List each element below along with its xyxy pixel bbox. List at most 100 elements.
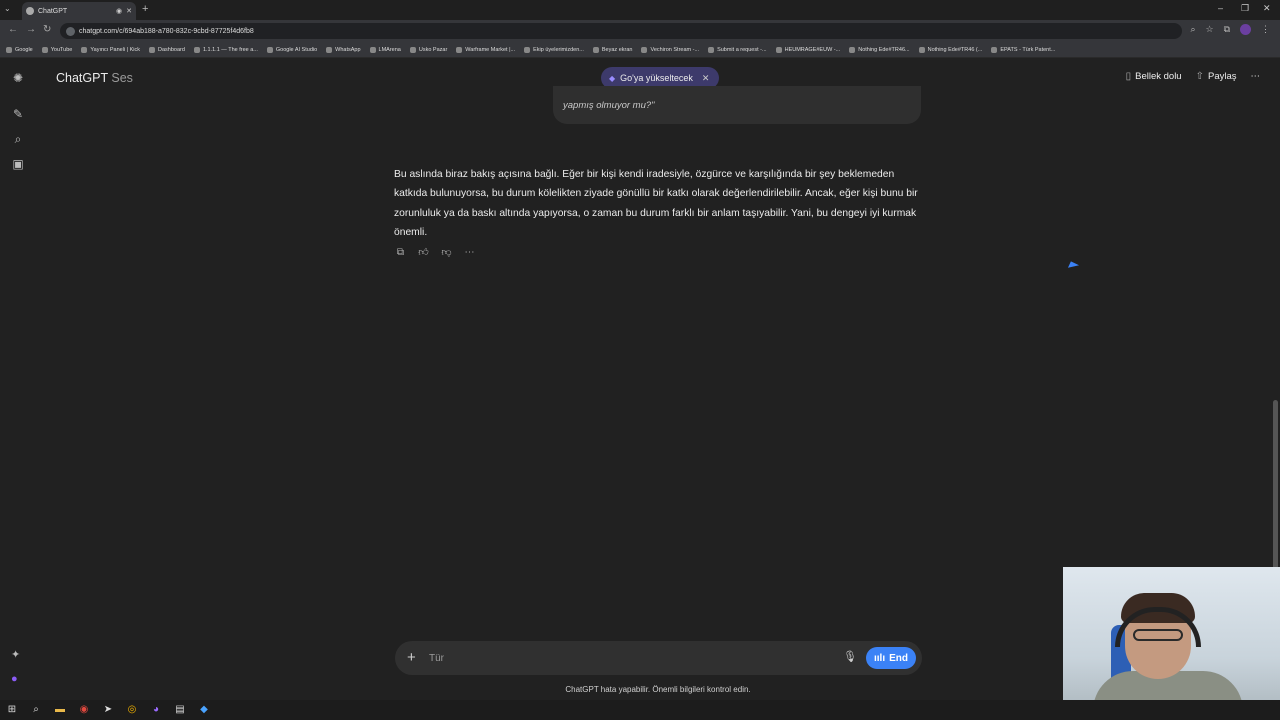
address-toolbar: ← → ↻ chatgpt.com/c/694ab188-a780-832c-9… [0,20,1280,42]
chrome-icon[interactable]: ◎ [126,704,138,716]
profile-avatar[interactable] [1240,24,1251,35]
taskbar: ⊞ ⌕ ▬ ◉ ➤ ◎ ◕ ▤ ◆ [0,700,1280,720]
close-tab-icon[interactable]: ✕ [126,7,132,15]
app-icon-purple[interactable]: ◕ [150,704,162,716]
bookmark-item[interactable]: Ekip üyelerimizden... [524,46,584,53]
bookmark-favicon-icon [641,46,648,53]
bookmark-item[interactable]: Warframe Market |... [456,46,515,53]
sparkle-upgrade-icon[interactable]: ✦ [11,648,20,661]
app-icon-blue[interactable]: ◆ [198,704,210,716]
bookmark-favicon-icon [991,46,998,53]
bookmark-label: LMArena [378,46,401,53]
forward-icon[interactable]: → [26,24,36,35]
add-attachment-icon[interactable]: + [407,649,416,666]
bookmark-item[interactable]: Google AI Studio [266,46,318,53]
dismiss-upgrade-icon[interactable]: ✕ [702,73,710,84]
app-title[interactable]: ChatGPT Ses [56,71,133,85]
mouse-cursor-icon [1067,261,1080,272]
bookmark-favicon-icon [326,46,333,53]
webcam-glasses [1133,629,1183,641]
bookmark-item[interactable]: Nothing Ede#TR46... [849,46,910,53]
bookmark-label: Beyaz ekran [601,46,633,53]
end-label: End [889,652,909,664]
bookmark-favicon-icon [592,46,599,53]
bookmark-item[interactable]: EPATS - Türk Patent... [991,46,1055,53]
message-input[interactable] [429,650,809,666]
end-voice-button[interactable]: ıılı End [866,647,917,669]
site-info-icon[interactable] [66,26,75,36]
bookmark-favicon-icon [456,46,463,53]
bookmark-item[interactable]: LMArena [369,46,401,53]
browser-tabstrip: ⌄ ChatGPT ◉ ✕ + – ❐ ✕ [0,0,1280,20]
bookmark-star-icon[interactable]: ☆ [1205,24,1213,35]
back-icon[interactable]: ← [8,24,18,35]
bookmark-favicon-icon [266,46,273,53]
browser-tab-chatgpt[interactable]: ChatGPT ◉ ✕ [22,2,136,20]
microphone-icon[interactable]: 🎙︎ [843,650,857,663]
bookmark-favicon-icon [849,46,856,53]
bookmark-item[interactable]: Nothing Ede#TR46 (... [918,46,982,53]
file-explorer-icon[interactable]: ▬ [54,704,66,716]
bookmark-label: Dashboard [158,46,185,53]
browser-menu-icon[interactable]: ⋮ [1261,24,1270,35]
copy-icon[interactable]: ⧉ [394,246,407,259]
chatgpt-favicon-icon [26,7,34,15]
reload-icon[interactable]: ↻ [43,24,51,35]
bookmark-item[interactable]: HEUMRAGE#EUW -... [775,46,840,53]
zoom-icon[interactable]: ⌕ [1190,24,1195,35]
bookmark-item[interactable]: Usko Pazar [409,46,447,53]
share-button[interactable]: ⇧ Paylaş [1196,71,1237,82]
bookmark-item[interactable]: YouTube [41,46,72,53]
bookmark-item[interactable]: Google [6,46,33,53]
user-avatar[interactable]: ● [11,673,20,685]
share-label: Paylaş [1207,71,1237,82]
audio-icon[interactable]: ◉ [116,7,122,15]
bookmark-item[interactable]: Beyaz ekran [592,46,633,53]
more-icon[interactable]: ⋯ [463,246,476,259]
memory-full-button[interactable]: ▯ Bellek dolu [1126,71,1182,82]
bookmark-favicon-icon [193,46,200,53]
mode-label: Ses [111,71,133,85]
app-icon-gray[interactable]: ▤ [174,704,186,716]
bookmark-item[interactable]: WhatsApp [326,46,361,53]
bookmark-favicon-icon [41,46,48,53]
bookmark-item[interactable]: Submit a request -... [708,46,767,53]
bookmark-favicon-icon [775,46,782,53]
openai-logo-icon[interactable]: ✺ [10,70,26,86]
scroll-thumb[interactable] [1273,400,1278,570]
memory-icon: ▯ [1125,71,1132,82]
new-chat-icon[interactable]: ✎ [10,106,26,122]
windows-start-icon[interactable]: ⊞ [6,704,18,716]
taskbar-search-icon[interactable]: ⌕ [30,704,42,716]
bookmark-label: Google [15,46,33,53]
assistant-message: Bu aslında biraz bakış açısına bağlı. Eğ… [394,169,918,238]
close-window-icon[interactable]: ✕ [1263,3,1271,14]
library-icon[interactable]: ▣ [10,156,26,172]
minimize-icon[interactable]: – [1218,3,1223,13]
upgrade-label: Go'ya yükseltecek [620,73,693,83]
bookmark-label: 1.1.1.1 — The free a... [202,46,258,53]
restore-icon[interactable]: ❐ [1241,3,1249,14]
bookmark-item[interactable]: Yayıncı Paneli | Kick [81,46,141,53]
search-icon[interactable]: ⌕ [10,131,26,147]
bookmark-item[interactable]: 1.1.1.1 — The free a... [193,46,258,53]
memory-label: Bellek dolu [1135,71,1182,82]
bookmark-label: Submit a request -... [717,46,767,53]
steam-icon[interactable]: ➤ [102,704,114,716]
bookmark-item[interactable]: Dashboard [149,46,185,53]
more-options-icon[interactable]: ⋯ [1251,71,1261,82]
left-rail: ✺ ✎ ⌕ ▣ [0,58,36,700]
bookmark-label: WhatsApp [335,46,361,53]
bookmark-item[interactable]: Vechiron Stream -... [641,46,700,53]
omnibox[interactable]: chatgpt.com/c/694ab188-a780-832c-9cbd-87… [60,23,1182,39]
bookmark-label: Google AI Studio [275,46,318,53]
extensions-icon[interactable]: ⧉ [1224,24,1230,35]
bookmark-label: Yayıncı Paneli | Kick [90,46,141,53]
app-icon-red[interactable]: ◉ [78,704,90,716]
thumbs-down-icon[interactable]: 👎︎ [440,246,453,259]
tab-list-icon[interactable]: ⌄ [4,4,11,13]
bookmark-label: Vechiron Stream -... [650,46,700,53]
bookmarks-bar: Google YouTube Yayıncı Paneli | Kick Dashbo… [0,42,1280,58]
new-tab-button[interactable]: + [142,3,148,15]
thumbs-up-icon[interactable]: 👍︎ [417,246,430,259]
